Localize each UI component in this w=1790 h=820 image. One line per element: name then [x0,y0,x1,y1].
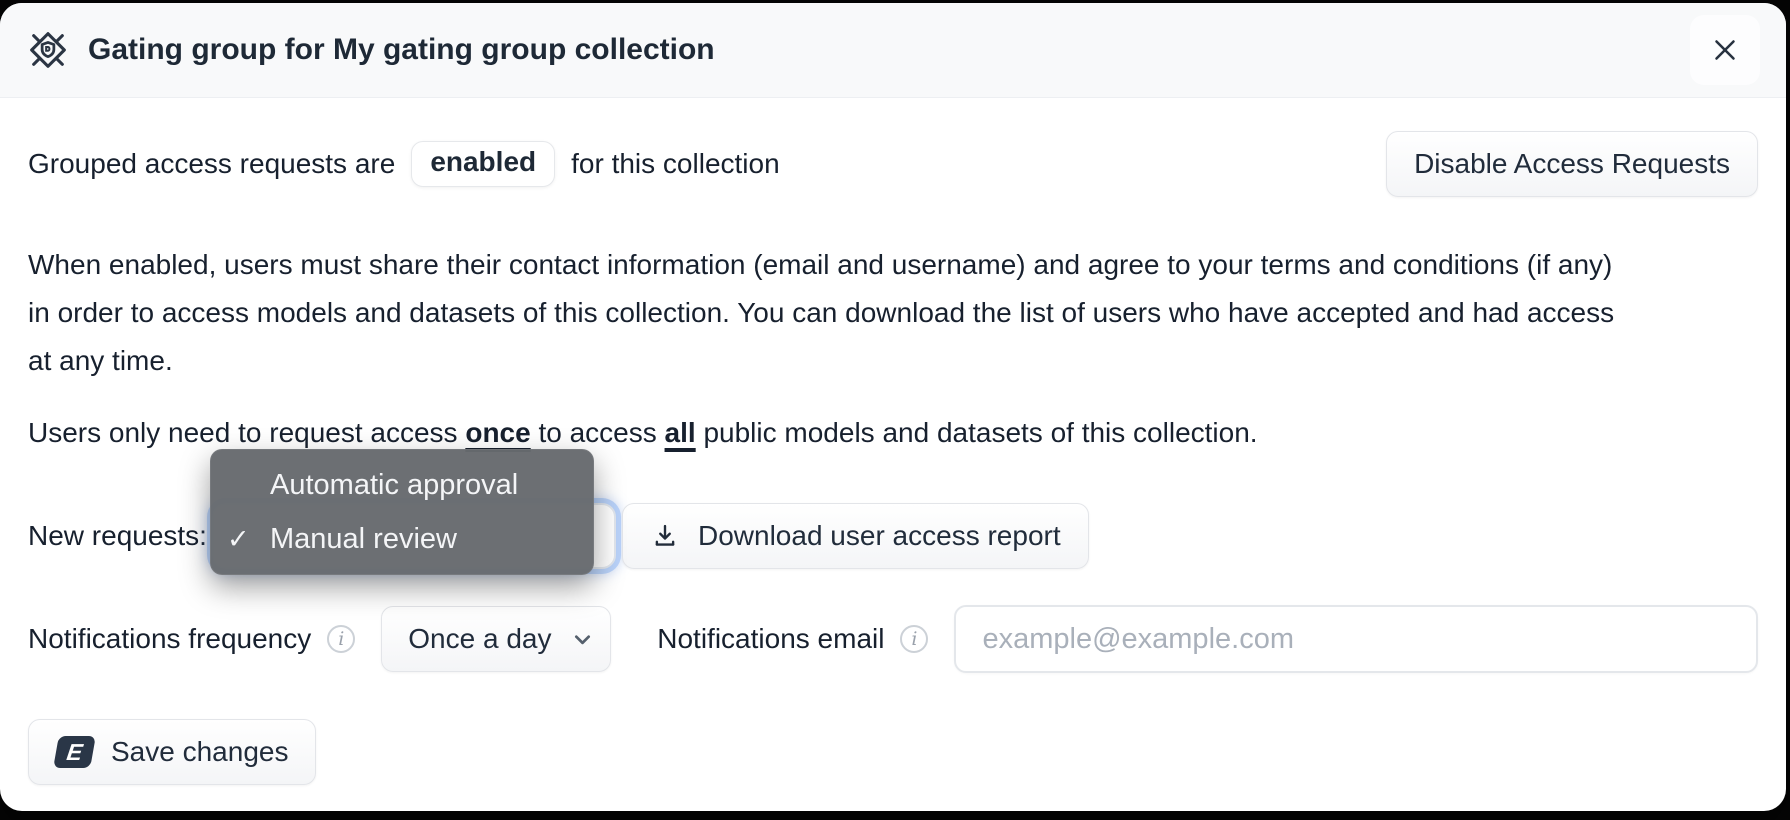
new-requests-dropdown-menu: Automatic approval ✓ Manual review [210,449,594,575]
gating-gear-icon [26,28,70,72]
notifications-email-input[interactable] [954,605,1758,673]
new-requests-row: New requests: Automatic approval ✓ Manua… [28,503,1758,569]
close-button[interactable] [1690,15,1760,85]
frequency-info-icon[interactable]: i [327,625,355,653]
download-icon [650,521,680,551]
save-button-label: Save changes [111,736,288,768]
screen-backdrop: Gating group for My gating group collect… [0,0,1790,820]
download-button-label: Download user access report [698,520,1061,552]
note-bold-all: all [665,417,696,448]
note-part1: Users only need to request access [28,417,465,448]
frequency-selected-value: Once a day [408,623,551,655]
close-icon [1708,33,1742,67]
note-bold-once: once [465,417,530,448]
option-label: Automatic approval [270,469,518,502]
description-paragraph: When enabled, users must share their con… [28,241,1638,385]
gating-group-modal: Gating group for My gating group collect… [0,3,1786,811]
modal-title: Gating group for My gating group collect… [88,33,715,67]
notifications-row: Notifications frequency i Once a day Not… [28,605,1758,673]
enterprise-badge-glyph: E [65,739,84,766]
new-requests-label: New requests: [28,520,207,552]
status-text-after: for this collection [571,148,780,180]
chevron-down-icon [569,626,596,653]
notifications-email-label: Notifications email [657,623,884,655]
status-text-before: Grouped access requests are [28,148,395,180]
note-part3: public models and datasets of this colle… [696,417,1258,448]
dropdown-option-manual-review[interactable]: ✓ Manual review [210,512,594,566]
notifications-frequency-select[interactable]: Once a day [381,606,611,672]
status-row: Grouped access requests are enabled for … [28,131,1758,197]
modal-body: Grouped access requests are enabled for … [0,131,1786,785]
disable-access-requests-button[interactable]: Disable Access Requests [1386,131,1758,197]
modal-header: Gating group for My gating group collect… [0,3,1786,98]
enterprise-badge-icon: E [53,736,96,768]
check-icon: ✓ [227,524,250,555]
note-line: Users only need to request access once t… [28,417,1758,449]
notifications-frequency-label: Notifications frequency [28,623,311,655]
download-user-access-report-button[interactable]: Download user access report [622,503,1089,569]
status-badge: enabled [411,141,555,187]
option-label: Manual review [270,523,457,556]
dropdown-option-automatic-approval[interactable]: Automatic approval [210,458,594,512]
email-info-icon[interactable]: i [900,625,928,653]
save-changes-button[interactable]: E Save changes [28,719,316,785]
save-row: E Save changes [28,719,1758,785]
note-part2: to access [531,417,665,448]
